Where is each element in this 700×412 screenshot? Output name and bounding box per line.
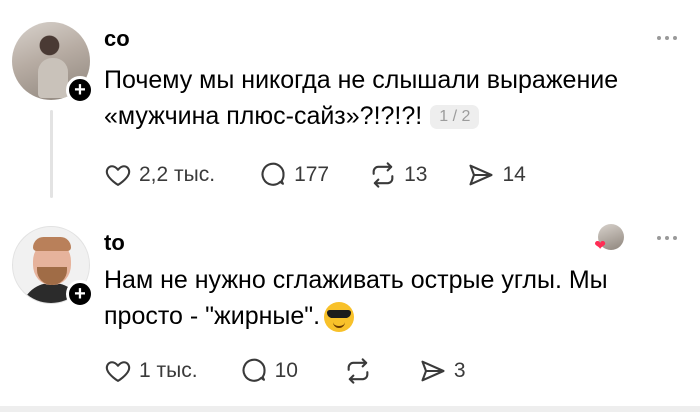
- share-count: 14: [502, 163, 526, 186]
- reply-count: 10: [274, 359, 298, 382]
- share-count: 3: [453, 359, 466, 382]
- share-button[interactable]: 3: [419, 357, 466, 385]
- username[interactable]: to: [104, 230, 125, 256]
- comment-icon: [242, 358, 266, 382]
- like-button[interactable]: 1 тыс.: [104, 357, 198, 385]
- heart-icon: [105, 165, 131, 186]
- repost-icon: [347, 358, 369, 384]
- thread-line: [50, 110, 53, 198]
- like-count: 1 тыс.: [139, 359, 198, 382]
- follow-button[interactable]: +: [66, 76, 94, 104]
- reply-count: 177: [294, 163, 330, 186]
- more-icon[interactable]: [652, 28, 682, 48]
- action-bar: 1 тыс. 10 3: [104, 356, 466, 386]
- post-1: + co Почему мы никогда не слышали выраже…: [0, 0, 700, 206]
- page-indicator: 1 / 2: [430, 105, 480, 130]
- comment-icon: [261, 162, 285, 186]
- reply-button[interactable]: 177: [259, 161, 329, 189]
- reply-button[interactable]: 10: [240, 357, 298, 385]
- post-text: Почему мы никогда не слышали выражение «…: [104, 62, 664, 134]
- repost-button[interactable]: 13: [369, 161, 427, 189]
- action-bar: 2,2 тыс. 177 13 14: [104, 160, 526, 190]
- share-icon: [421, 360, 445, 382]
- post-body: Нам не нужно сглаживать острые углы. Мы …: [104, 266, 608, 330]
- username[interactable]: co: [104, 26, 130, 52]
- like-count: 2,2 тыс.: [139, 163, 216, 186]
- repost-button[interactable]: [344, 357, 379, 385]
- author-avatar-wrap[interactable]: +: [12, 226, 94, 308]
- post-2: + to ❤ Нам не нужно сглаживать острые уг…: [0, 206, 700, 406]
- heart-badge-icon: ❤: [594, 237, 606, 253]
- share-button[interactable]: 14: [467, 161, 526, 189]
- post-text: Нам не нужно сглаживать острые углы. Мы …: [104, 262, 664, 334]
- more-icon[interactable]: [652, 228, 682, 248]
- bottom-divider: [0, 406, 700, 412]
- like-button[interactable]: 2,2 тыс.: [104, 161, 215, 189]
- sunglasses-emoji-icon: [324, 302, 355, 333]
- plus-icon: +: [74, 79, 86, 101]
- post-body: Почему мы никогда не слышали выражение «…: [104, 66, 619, 130]
- heart-icon: [105, 361, 131, 382]
- repost-count: 13: [404, 163, 428, 186]
- author-avatar-wrap[interactable]: +: [12, 22, 94, 104]
- repost-icon: [372, 162, 394, 188]
- share-icon: [469, 164, 494, 186]
- plus-icon: +: [74, 283, 86, 305]
- follow-button[interactable]: +: [66, 280, 94, 308]
